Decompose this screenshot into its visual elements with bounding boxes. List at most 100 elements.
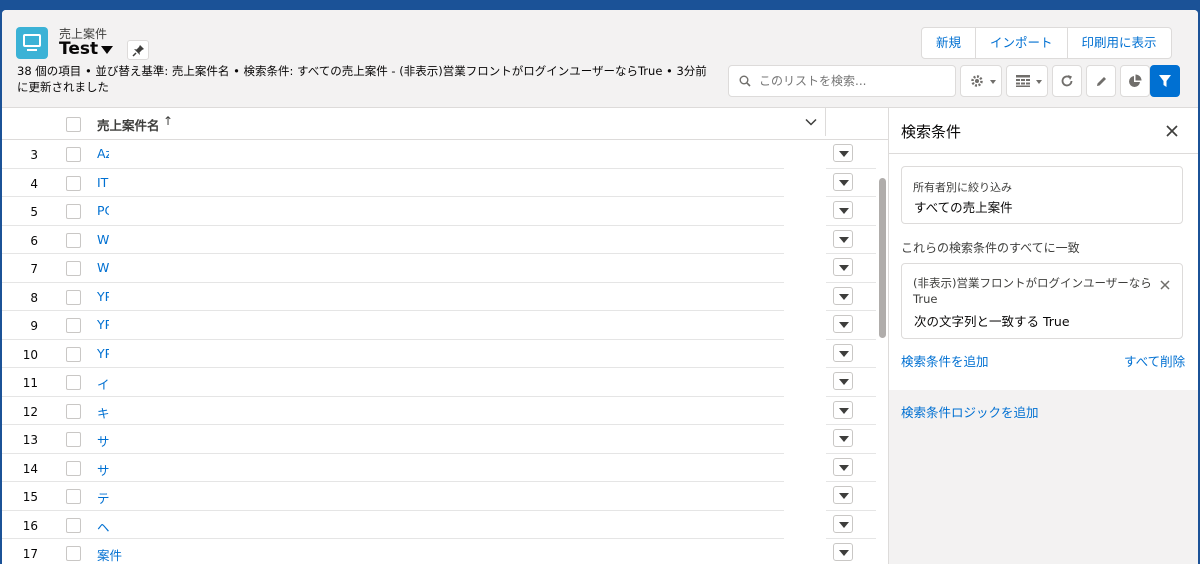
- row-actions-button[interactable]: [833, 172, 853, 191]
- column-menu-chevron-icon[interactable]: [805, 116, 817, 128]
- vertical-scrollbar[interactable]: [879, 178, 886, 338]
- table-row: 11 イ: [2, 368, 888, 397]
- list-settings-button[interactable]: [960, 65, 1002, 97]
- pin-list-view-button[interactable]: [127, 40, 149, 60]
- row-number: 10: [22, 347, 38, 362]
- record-name-link[interactable]: YP: [97, 289, 109, 304]
- table-row: 4 IT: [2, 169, 888, 197]
- record-name-link[interactable]: Az: [97, 146, 109, 161]
- row-checkbox[interactable]: [66, 261, 81, 276]
- refresh-icon: [1061, 75, 1073, 87]
- chevron-down-icon: [839, 322, 849, 328]
- row-checkbox[interactable]: [66, 375, 81, 390]
- row-checkbox[interactable]: [66, 489, 81, 504]
- row-actions-button[interactable]: [833, 486, 853, 504]
- row-actions-button[interactable]: [833, 201, 853, 219]
- chevron-down-icon: [839, 293, 849, 300]
- row-checkbox[interactable]: [66, 204, 81, 219]
- close-icon[interactable]: [1166, 125, 1178, 137]
- row-checkbox[interactable]: [66, 289, 81, 305]
- record-name-link[interactable]: キ: [97, 403, 109, 422]
- printable-view-button[interactable]: 印刷用に表示: [1068, 28, 1171, 58]
- remove-filter-icon[interactable]: [1160, 280, 1170, 290]
- list-view-switcher-icon[interactable]: [101, 46, 113, 54]
- search-input[interactable]: [759, 72, 949, 90]
- row-checkbox[interactable]: [66, 460, 81, 476]
- record-name-link[interactable]: PC: [97, 203, 109, 218]
- record-name-link[interactable]: W: [97, 260, 109, 275]
- row-actions-button[interactable]: [833, 457, 853, 476]
- filters-panel-title: 検索条件: [901, 123, 962, 141]
- row-checkbox[interactable]: [66, 232, 81, 248]
- table-row: 3 Az: [2, 140, 888, 169]
- chevron-down-icon: [839, 208, 849, 214]
- add-filter-link[interactable]: 検索条件を追加: [901, 351, 989, 370]
- row-checkbox[interactable]: [66, 318, 81, 333]
- row-number: 8: [30, 290, 38, 305]
- record-name-link[interactable]: W: [97, 232, 109, 247]
- row-checkbox[interactable]: [66, 147, 81, 162]
- record-name-link[interactable]: YP: [97, 346, 109, 361]
- table-row: 7W: [2, 254, 888, 283]
- add-filter-logic-link[interactable]: 検索条件ロジックを追加: [901, 402, 1039, 421]
- remove-all-link[interactable]: すべて削除: [1124, 351, 1185, 370]
- pencil-icon: [1097, 77, 1106, 86]
- sort-ascending-icon[interactable]: ↑: [163, 114, 173, 128]
- row-checkbox[interactable]: [66, 517, 81, 533]
- record-name-link[interactable]: テ: [97, 488, 109, 507]
- filter-field-name: (非表示)営業フロントがログインユーザーなら True: [913, 276, 1152, 306]
- new-button[interactable]: 新規: [922, 28, 977, 58]
- row-number: 5: [30, 205, 38, 219]
- row-actions-button[interactable]: [833, 315, 853, 333]
- inline-edit-button[interactable]: [1086, 65, 1116, 97]
- record-name-link[interactable]: YP: [97, 317, 109, 332]
- row-checkbox[interactable]: [66, 546, 81, 561]
- owner-filter-card[interactable]: 所有者別に絞り込み すべての売上案件: [901, 166, 1183, 224]
- row-number: 13: [22, 433, 38, 447]
- table-header: 売上案件名 ↑: [2, 108, 888, 140]
- chevron-down-icon: [839, 407, 849, 414]
- match-all-label: これらの検索条件のすべてに一致: [901, 241, 1080, 255]
- row-actions-button[interactable]: [833, 372, 853, 390]
- row-actions-button[interactable]: [833, 343, 853, 362]
- charts-button[interactable]: [1120, 65, 1150, 97]
- row-actions-button[interactable]: [833, 400, 853, 419]
- row-actions-button[interactable]: [833, 229, 853, 248]
- table-row: 17 案件: [2, 539, 888, 564]
- record-name-link[interactable]: 案件: [97, 545, 157, 564]
- filter-condition-card[interactable]: (非表示)営業フロントがログインユーザーなら True 次の文字列と一致する T…: [901, 263, 1183, 339]
- table-icon: [1016, 75, 1030, 87]
- record-name-link[interactable]: ヘ: [97, 517, 109, 536]
- select-all-checkbox[interactable]: [66, 117, 81, 132]
- row-actions-button[interactable]: [833, 286, 853, 305]
- column-header-name[interactable]: 売上案件名: [97, 115, 160, 134]
- row-actions-button[interactable]: [833, 429, 853, 447]
- record-name-link[interactable]: イ: [97, 374, 109, 393]
- row-actions-button[interactable]: [833, 258, 853, 276]
- row-number: 6: [30, 233, 38, 248]
- row-checkbox[interactable]: [66, 432, 81, 447]
- chevron-down-icon: [990, 80, 996, 84]
- refresh-button[interactable]: [1052, 65, 1082, 97]
- row-checkbox[interactable]: [66, 403, 81, 419]
- chevron-down-icon: [839, 236, 849, 243]
- row-checkbox[interactable]: [66, 346, 81, 362]
- chevron-down-icon: [839, 265, 849, 271]
- filters-button[interactable]: [1150, 65, 1180, 97]
- display-as-button[interactable]: [1006, 65, 1048, 97]
- row-actions-button[interactable]: [833, 543, 853, 561]
- row-actions-button[interactable]: [833, 144, 853, 162]
- table-row: 13 サ: [2, 425, 888, 454]
- row-number: 12: [22, 404, 38, 419]
- row-number: 15: [22, 490, 38, 504]
- list-view-card: 売上案件 Test 38 個の項目 • 並び替え基準: 売上案件名 • 検索条件…: [2, 10, 1198, 564]
- row-actions-button[interactable]: [833, 514, 853, 533]
- record-name-link[interactable]: サ: [97, 460, 109, 479]
- record-name-link[interactable]: IT: [97, 175, 109, 190]
- import-button[interactable]: インポート: [976, 28, 1068, 58]
- row-checkbox[interactable]: [66, 175, 81, 191]
- record-name-link[interactable]: サ: [97, 431, 109, 450]
- list-search[interactable]: [728, 65, 956, 97]
- list-view-title[interactable]: Test: [59, 39, 98, 59]
- chevron-down-icon: [839, 151, 849, 157]
